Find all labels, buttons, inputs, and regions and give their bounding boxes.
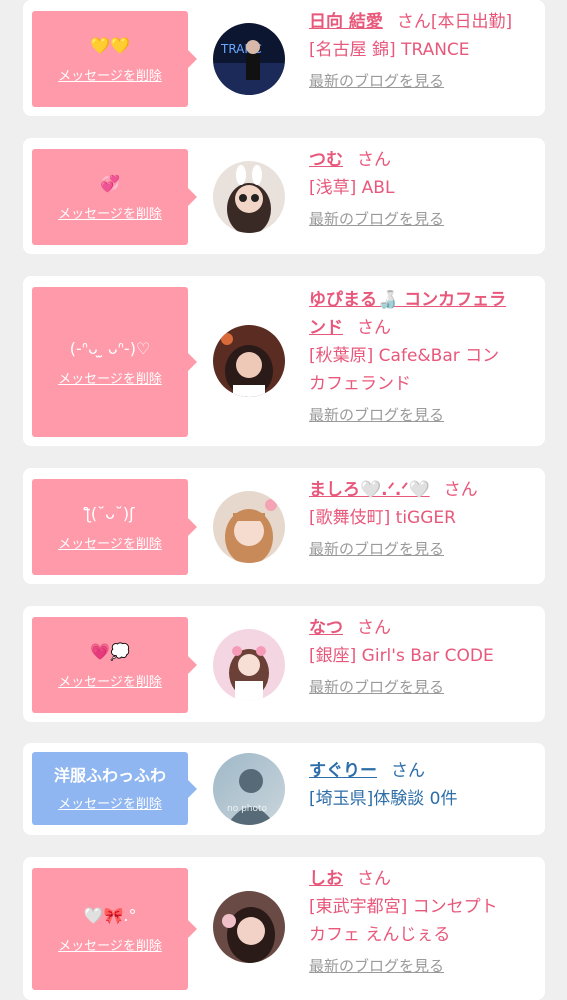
- shop-label: [東武宇都宮] コンセプト カフェ えんじぇる: [309, 893, 537, 949]
- avatar[interactable]: [213, 325, 285, 397]
- no-photo-text: no photo: [227, 804, 268, 814]
- shop-label: [名古屋 錦] TRANCE: [309, 40, 470, 60]
- delete-message-link[interactable]: メッセージを削除: [58, 935, 162, 954]
- delete-message-link[interactable]: メッセージを削除: [58, 65, 162, 84]
- shop-label: [歌舞伎町] tiGGER: [309, 508, 456, 528]
- user-info: しお さん [東武宇都宮] コンセプト カフェ えんじぇる 最新のブログを見る: [309, 865, 537, 976]
- latest-blog-link[interactable]: 最新のブログを見る: [309, 70, 444, 91]
- avatar[interactable]: TRANC: [213, 23, 285, 95]
- user-info: すぐりー さん [埼玉県]体験談 0件: [309, 757, 537, 813]
- user-name-link[interactable]: つむ: [309, 150, 343, 170]
- user-name-link[interactable]: 日向 結愛: [309, 12, 383, 32]
- honorific-label: さん: [443, 480, 478, 500]
- shop-line-2: カフェランド: [309, 374, 411, 394]
- message-card: 洋服ふわっふわ メッセージを削除 no photo すぐりー さん [埼玉県]体…: [23, 743, 545, 835]
- message-card: (-ᐢᴗ ̫ ᴗᐢ-)♡ メッセージを削除 ゆぴまる🍶 コンカフェラ ンド さん […: [23, 276, 545, 446]
- shop-label: [秋葉原] Cafe&Bar コン カフェランド: [309, 342, 537, 398]
- user-name-line-2: ンド: [309, 318, 343, 338]
- message-card: 🤍🎀.° メッセージを削除 しお さん [東武宇都宮] コンセプト カフェ えんじぇ…: [23, 857, 545, 1000]
- shop-line-2: カフェ えんじぇる: [309, 925, 451, 945]
- delete-message-link[interactable]: メッセージを削除: [58, 368, 162, 387]
- user-name-link[interactable]: しお: [309, 869, 343, 889]
- user-name-line-1: ゆぴまる🍶 コンカフェラ: [309, 290, 507, 310]
- user-info: 日向 結愛 さん[本日出勤] [名古屋 錦] TRANCE 最新のブログを見る: [309, 8, 537, 91]
- message-card: 💞 メッセージを削除 つむ さん [浅草] ABL 最新のブログを見る: [23, 138, 545, 254]
- user-info: ましろ🤍.ᐟ.ᐟ🤍 さん [歌舞伎町] tiGGER 最新のブログを見る: [309, 476, 537, 559]
- shop-label: [埼玉県]体験談 0件: [309, 789, 458, 809]
- message-card: 💗💭 メッセージを削除 なつ さん [銀座] Girl's Bar CODE 最新…: [23, 606, 545, 722]
- message-text: (-ᐢᴗ ̫ ᴗᐢ-)♡: [69, 338, 151, 358]
- shop-label: [浅草] ABL: [309, 178, 395, 198]
- message-list-page: 💛💛 メッセージを削除 TRANC 日向 結愛 さん[本日出勤] [名古屋 錦] …: [0, 0, 567, 1000]
- message-bubble: 💗💭 メッセージを削除: [32, 617, 197, 713]
- avatar[interactable]: [213, 629, 285, 701]
- avatar[interactable]: [213, 891, 285, 963]
- honorific-label: さん: [357, 618, 391, 638]
- message-text: ƪ(˘ᴗ˘)ʃ: [85, 503, 135, 523]
- shop-label: [銀座] Girl's Bar CODE: [309, 646, 494, 666]
- delete-message-link[interactable]: メッセージを削除: [58, 793, 162, 812]
- user-info: つむ さん [浅草] ABL 最新のブログを見る: [309, 146, 537, 229]
- honorific-label: さん: [357, 869, 391, 889]
- honorific-label: さん: [391, 761, 425, 781]
- message-bubble: (-ᐢᴗ ̫ ᴗᐢ-)♡ メッセージを削除: [32, 287, 197, 437]
- message-bubble: 🤍🎀.° メッセージを削除: [32, 868, 197, 990]
- message-text: 洋服ふわっふわ: [53, 766, 166, 785]
- honorific-label: さん: [357, 318, 391, 338]
- message-card: 💛💛 メッセージを削除 TRANC 日向 結愛 さん[本日出勤] [名古屋 錦] …: [23, 0, 545, 116]
- shop-line-1: [秋葉原] Cafe&Bar コン: [309, 346, 500, 366]
- latest-blog-link[interactable]: 最新のブログを見る: [309, 955, 444, 976]
- avatar[interactable]: [213, 491, 285, 563]
- shop-line-1: [東武宇都宮] コンセプト: [309, 897, 498, 917]
- delete-message-link[interactable]: メッセージを削除: [58, 203, 162, 222]
- message-card: ƪ(˘ᴗ˘)ʃ メッセージを削除 ましろ🤍.ᐟ.ᐟ🤍 さん [歌舞伎町] tiGG…: [23, 468, 545, 584]
- latest-blog-link[interactable]: 最新のブログを見る: [309, 538, 444, 559]
- message-bubble: 洋服ふわっふわ メッセージを削除: [32, 752, 197, 825]
- latest-blog-link[interactable]: 最新のブログを見る: [309, 404, 444, 425]
- user-info: ゆぴまる🍶 コンカフェラ ンド さん [秋葉原] Cafe&Bar コン カフェランド…: [309, 286, 537, 425]
- delete-message-link[interactable]: メッセージを削除: [58, 533, 162, 552]
- avatar[interactable]: no photo: [213, 753, 285, 825]
- message-bubble: 💛💛 メッセージを削除: [32, 11, 197, 107]
- user-name-link[interactable]: ゆぴまる🍶 コンカフェラ ンド: [309, 290, 506, 338]
- honorific-label: さん: [357, 150, 391, 170]
- message-bubble: ƪ(˘ᴗ˘)ʃ メッセージを削除: [32, 479, 197, 575]
- message-text: 🤍🎀.°: [83, 905, 137, 925]
- honorific-label: さん: [396, 12, 431, 32]
- latest-blog-link[interactable]: 最新のブログを見る: [309, 208, 444, 229]
- delete-message-link[interactable]: メッセージを削除: [58, 671, 162, 690]
- message-text: 💞: [100, 173, 120, 193]
- user-name-link[interactable]: すぐりー: [309, 761, 377, 781]
- status-label: [本日出勤]: [430, 12, 513, 32]
- user-name-link[interactable]: ましろ🤍.ᐟ.ᐟ🤍: [309, 480, 430, 500]
- message-text: 💛💛: [90, 35, 130, 55]
- latest-blog-link[interactable]: 最新のブログを見る: [309, 676, 444, 697]
- user-info: なつ さん [銀座] Girl's Bar CODE 最新のブログを見る: [309, 614, 537, 697]
- avatar[interactable]: [213, 161, 285, 233]
- message-text: 💗💭: [90, 641, 130, 661]
- message-bubble: 💞 メッセージを削除: [32, 149, 197, 245]
- user-name-link[interactable]: なつ: [309, 618, 343, 638]
